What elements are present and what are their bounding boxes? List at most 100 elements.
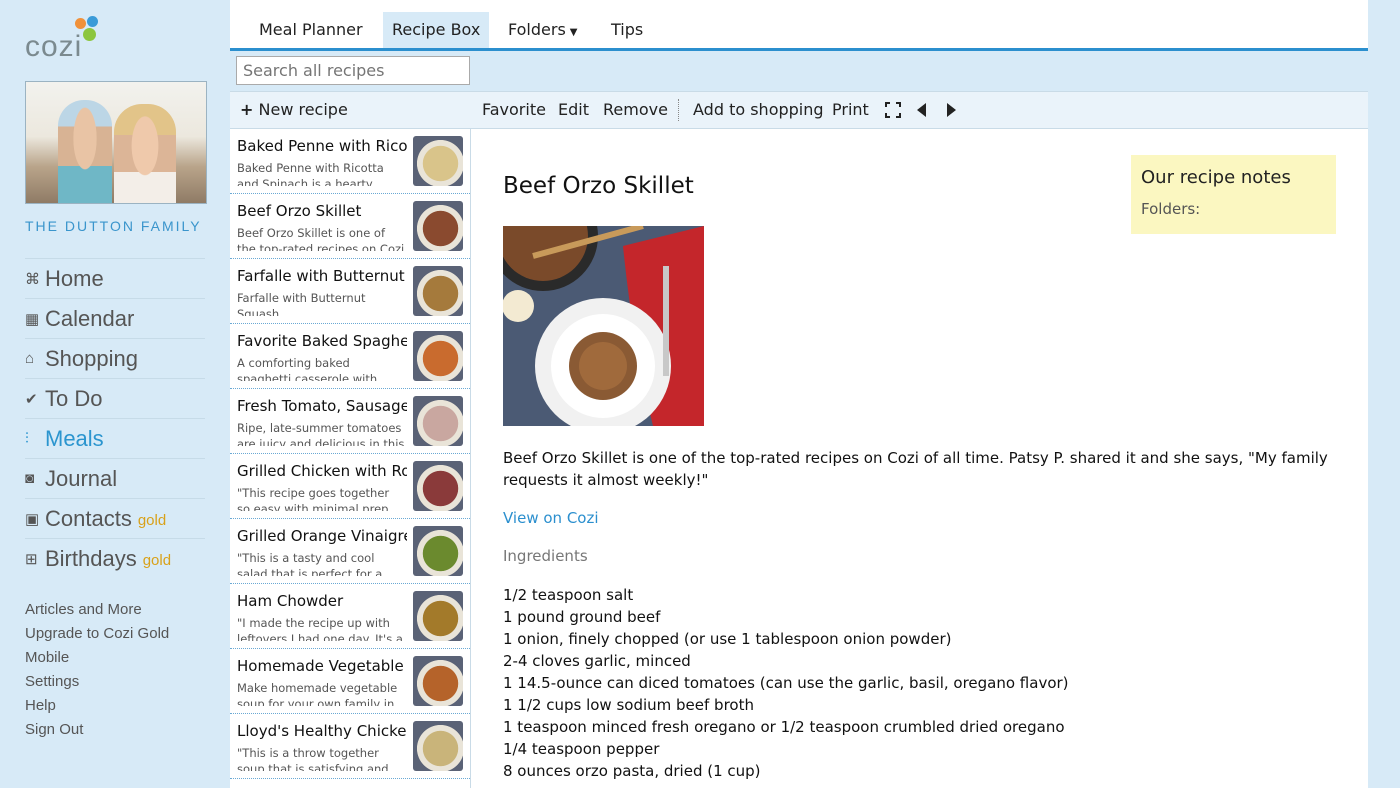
ingredient-item: 1/2 teaspoon salt [503, 586, 634, 604]
contacts-icon: ▣ [25, 510, 40, 528]
recipe-thumbnail [413, 201, 463, 251]
gift-icon: ⊞ [25, 550, 38, 568]
right-margin [1368, 0, 1400, 788]
recipe-notes[interactable]: Our recipe notes Folders: [1131, 155, 1336, 234]
sidebar-item-to-do[interactable]: ✔ To Do [25, 378, 205, 418]
ingredient-item: 1 pound ground beef [503, 608, 661, 626]
recipe-item-description: A comforting baked spaghetti casserole w… [237, 356, 378, 381]
family-photo[interactable] [25, 81, 207, 204]
link-sign-out[interactable]: Sign Out [25, 718, 169, 742]
secondary-links: Articles and More Upgrade to Cozi Gold Mob… [25, 598, 169, 742]
tab-label: Tips [611, 20, 644, 39]
recipe-item-title: Grilled Chicken with Roasted Vegetables [237, 462, 407, 480]
calendar-icon: ▦ [25, 310, 40, 328]
recipe-thumbnail [413, 526, 463, 576]
recipe-list-item[interactable]: Favorite Baked Spaghetti A comforting bak… [230, 324, 470, 389]
home-icon: ⌘ [25, 270, 40, 288]
recipe-item-title: Homemade Vegetable Soup [237, 657, 407, 675]
recipe-photo [503, 226, 704, 426]
recipe-title: Beef Orzo Skillet [503, 173, 694, 199]
recipe-thumbnail [413, 331, 463, 381]
recipe-item-description: "This recipe goes together so easy with … [237, 486, 390, 511]
previous-arrow-icon[interactable] [912, 100, 932, 120]
plus-icon: + [240, 100, 254, 119]
next-arrow-icon[interactable] [941, 100, 961, 120]
ingredient-item: 1 1/2 cups low sodium beef broth [503, 696, 754, 714]
sidebar-item-shopping[interactable]: ⌂ Shopping [25, 338, 205, 378]
recipe-item-description: Make homemade vegetable soup for your ow… [237, 681, 398, 706]
tab-label: Meal Planner [259, 20, 363, 39]
sidebar: cozi THE DUTTON FAMILY ⌘ Home ▦ Calendar ⌂ Sh… [0, 0, 230, 788]
view-on-cozi-link[interactable]: View on Cozi [503, 509, 599, 527]
recipe-item-description: Ripe, late-summer tomatoes are juicy and… [237, 421, 405, 446]
sidebar-item-calendar[interactable]: ▦ Calendar [25, 298, 205, 338]
notes-title: Our recipe notes [1141, 167, 1291, 188]
ingredient-item: 8 ounces orzo pasta, dried (1 cup) [503, 762, 761, 780]
top-tab-bar: Meal Planner Recipe Box Folders ▼ Tips [230, 0, 1368, 51]
tab-tips[interactable]: Tips [602, 12, 652, 48]
sidebar-item-home[interactable]: ⌘ Home [25, 258, 205, 298]
recipe-item-description: "I made the recipe up with leftovers I h… [237, 616, 403, 641]
logo-dot-green [83, 28, 96, 41]
recipe-thumbnail [413, 266, 463, 316]
recipe-detail: Beef Orzo Skillet Beef Orzo Skillet is o… [471, 129, 1368, 788]
recipe-list-item[interactable]: Baked Penne with Ricotta and Spinach Bake… [230, 129, 470, 194]
sidebar-item-label: Journal [45, 465, 118, 491]
tab-label: Recipe Box [392, 20, 481, 39]
toolbar-divider [678, 99, 679, 121]
tab-folders[interactable]: Folders ▼ [499, 12, 586, 48]
recipe-item-title: Favorite Baked Spaghetti [237, 332, 407, 350]
recipe-item-title: Lloyd's Healthy Chicken Soup [237, 722, 407, 740]
camera-icon: ◙ [25, 470, 35, 487]
link-help[interactable]: Help [25, 694, 169, 718]
cart-icon: ⌂ [25, 350, 35, 367]
sidebar-item-label: To Do [45, 385, 103, 411]
recipe-toolbar: Favorite Edit Remove Add to shopping Pri… [471, 91, 1368, 129]
add-to-shopping-button[interactable]: Add to shopping [693, 92, 824, 128]
recipe-thumbnail [413, 721, 463, 771]
tab-recipe-box[interactable]: Recipe Box [383, 12, 490, 48]
sidebar-item-contacts[interactable]: ▣ Contacts gold [25, 498, 205, 538]
recipe-list-item[interactable]: Grilled Chicken with Roasted Vegetables "… [230, 454, 470, 519]
recipe-list-item[interactable]: Beef Orzo Skillet Beef Orzo Skillet is on… [230, 194, 470, 259]
recipe-description: Beef Orzo Skillet is one of the top-rate… [503, 449, 1328, 489]
tab-meal-planner[interactable]: Meal Planner [250, 12, 372, 48]
recipe-item-description: Farfalle with Butternut Squash [237, 291, 366, 316]
sidebar-item-label: Birthdays [45, 545, 137, 571]
family-name: THE DUTTON FAMILY [25, 218, 202, 234]
sidebar-item-meals[interactable]: ⫶ Meals [25, 418, 205, 458]
recipe-item-title: Baked Penne with Ricotta and Spinach [237, 137, 407, 155]
link-upgrade-to-cozi-gold[interactable]: Upgrade to Cozi Gold [25, 622, 169, 646]
sidebar-item-label: Meals [45, 425, 104, 451]
recipe-item-description: "This is a tasty and cool salad that is … [237, 551, 383, 576]
recipe-list-item[interactable]: Homemade Vegetable Soup Make homemade veg… [230, 649, 470, 714]
recipe-list-item[interactable]: Lloyd's Healthy Chicken Soup "This is a t… [230, 714, 470, 779]
recipe-list-item[interactable]: Farfalle with Butternut Squash Farfalle w… [230, 259, 470, 324]
link-mobile[interactable]: Mobile [25, 646, 169, 670]
ingredient-item: 1 onion, finely chopped (or use 1 tables… [503, 630, 952, 648]
cozi-logo[interactable]: cozi [25, 14, 135, 63]
expand-icon[interactable] [883, 100, 903, 120]
sidebar-item-birthdays[interactable]: ⊞ Birthdays gold [25, 538, 205, 578]
recipe-thumbnail [413, 396, 463, 446]
ingredients-list: 1/2 teaspoon salt 1 pound ground beef 1 on… [503, 584, 1343, 782]
favorite-button[interactable]: Favorite [482, 92, 546, 128]
ingredient-item: 2-4 cloves garlic, minced [503, 652, 691, 670]
remove-button[interactable]: Remove [603, 92, 668, 128]
recipe-item-title: Beef Orzo Skillet [237, 202, 362, 220]
recipe-list-item[interactable]: Ham Chowder "I made the recipe up with le… [230, 584, 470, 649]
ingredient-item: 1/4 teaspoon pepper [503, 740, 660, 758]
sidebar-item-journal[interactable]: ◙ Journal [25, 458, 205, 498]
recipe-list-item[interactable]: Fresh Tomato, Sausage and Pasta Ripe, lat… [230, 389, 470, 454]
link-settings[interactable]: Settings [25, 670, 169, 694]
logo-text: cozi [25, 30, 83, 63]
recipe-item-title: Farfalle with Butternut Squash [237, 267, 407, 285]
sidebar-item-label: Contacts [45, 505, 132, 531]
new-recipe-button[interactable]: + New recipe [230, 91, 471, 129]
search-input[interactable] [236, 56, 470, 85]
recipe-list-item[interactable]: Grilled Orange Vinaigrette Salad "This is… [230, 519, 470, 584]
recipe-thumbnail [413, 461, 463, 511]
print-button[interactable]: Print [832, 92, 869, 128]
link-articles-and-more[interactable]: Articles and More [25, 598, 169, 622]
edit-button[interactable]: Edit [558, 92, 589, 128]
